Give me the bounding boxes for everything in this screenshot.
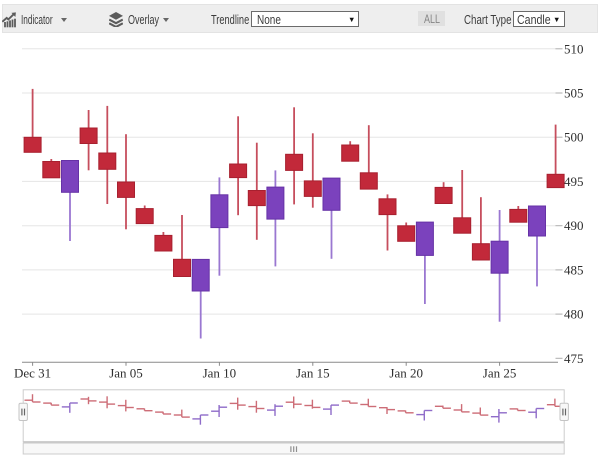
svg-text:495: 495 bbox=[564, 174, 584, 189]
svg-text:Jan 05: Jan 05 bbox=[109, 366, 143, 381]
svg-text:510: 510 bbox=[564, 41, 584, 56]
svg-text:Jan 10: Jan 10 bbox=[203, 366, 237, 381]
svg-text:485: 485 bbox=[564, 262, 584, 277]
svg-text:Jan 15: Jan 15 bbox=[296, 366, 330, 381]
svg-text:505: 505 bbox=[564, 86, 584, 101]
svg-text:480: 480 bbox=[564, 307, 584, 322]
svg-text:Dec 31: Dec 31 bbox=[14, 366, 51, 381]
svg-text:475: 475 bbox=[564, 351, 584, 366]
svg-text:Jan 25: Jan 25 bbox=[483, 366, 517, 381]
svg-text:500: 500 bbox=[564, 130, 584, 145]
svg-text:Jan 20: Jan 20 bbox=[389, 366, 423, 381]
svg-text:490: 490 bbox=[564, 218, 584, 233]
